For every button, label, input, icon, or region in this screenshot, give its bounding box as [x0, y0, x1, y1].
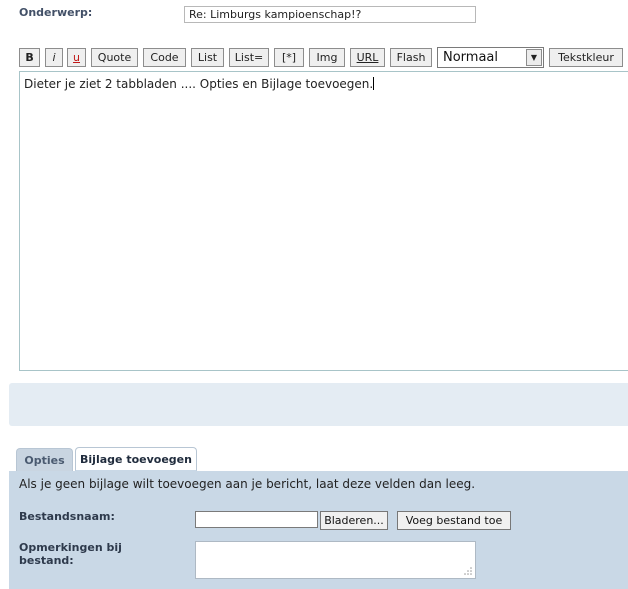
message-text: Dieter je ziet 2 tabbladen .... Opties e…: [24, 77, 374, 91]
add-file-button[interactable]: Voeg bestand toe: [397, 511, 511, 530]
bold-button[interactable]: B: [19, 48, 40, 67]
code-button[interactable]: Code: [143, 48, 186, 67]
quote-button[interactable]: Quote: [91, 48, 138, 67]
notes-label: Opmerkingen bij bestand:: [19, 541, 122, 567]
message-editor[interactable]: Dieter je ziet 2 tabbladen .... Opties e…: [19, 71, 628, 371]
text-color-button[interactable]: Tekstkleur: [549, 48, 623, 67]
img-button[interactable]: Img: [309, 48, 345, 67]
subject-label: Onderwerp:: [19, 6, 93, 19]
list-button[interactable]: List: [191, 48, 224, 67]
tab-options[interactable]: Opties: [16, 448, 73, 471]
flash-button[interactable]: Flash: [390, 48, 432, 67]
filename-input[interactable]: [195, 511, 318, 528]
tab-attachment[interactable]: Bijlage toevoegen: [75, 447, 197, 471]
font-size-value: Normaal: [443, 50, 499, 65]
font-size-select[interactable]: Normaal ▼: [437, 47, 544, 68]
filename-label: Bestandsnaam:: [19, 510, 115, 523]
empty-panel: [9, 383, 628, 426]
underline-button[interactable]: u: [67, 48, 86, 67]
text-caret: [373, 77, 375, 90]
italic-button[interactable]: i: [45, 48, 63, 67]
subject-input[interactable]: [184, 6, 476, 23]
chevron-down-icon[interactable]: ▼: [526, 49, 542, 66]
resize-grip-icon[interactable]: [464, 567, 472, 575]
attachment-info: Als je geen bijlage wilt toevoegen aan j…: [19, 477, 476, 491]
notes-textarea[interactable]: [195, 541, 476, 579]
url-button[interactable]: URL: [350, 48, 385, 67]
list-ordered-button[interactable]: List=: [229, 48, 269, 67]
list-item-button[interactable]: [*]: [274, 48, 304, 67]
browse-button[interactable]: Bladeren...: [320, 511, 388, 530]
